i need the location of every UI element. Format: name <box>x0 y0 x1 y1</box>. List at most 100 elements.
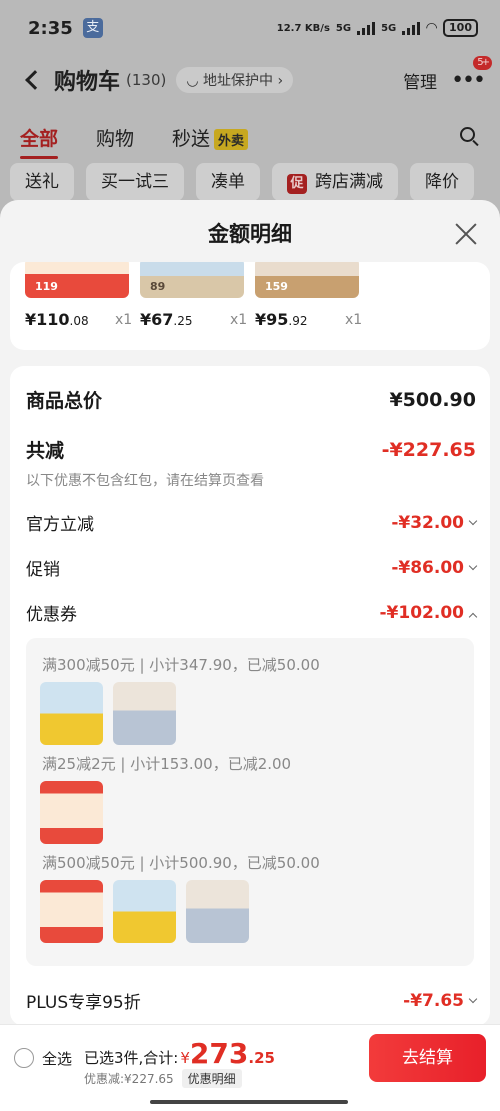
promo-icon: 促 <box>287 174 307 194</box>
signal-icon <box>357 21 376 35</box>
product-price-int: ¥110 <box>25 310 70 329</box>
chevron-down-icon <box>468 994 478 1003</box>
plus-discount-label: PLUS专享95折 <box>26 993 141 1013</box>
product-price-dec: .92 <box>288 314 308 328</box>
cart-count: (130) <box>126 71 167 89</box>
discount-text: 优惠减:¥227.65 <box>84 1072 174 1086</box>
chevron-down-icon <box>468 516 478 525</box>
product-price-dec: .25 <box>173 314 193 328</box>
address-protection-button[interactable]: ◡ 地址保护中 › <box>176 67 294 93</box>
coupon-label: 优惠券 <box>26 605 77 625</box>
status-indicators: 12.7 KB/s 5G 5G ◠ 100 <box>277 19 478 37</box>
reduce-note: 以下优惠不包含红包，请在结算页查看 <box>26 473 264 489</box>
shield-icon: ◡ <box>186 73 204 89</box>
official-discount-value: -¥32.00 <box>391 512 464 533</box>
promotion-value-wrap: -¥86.00 <box>391 557 478 578</box>
coupon-group-title: 满300减50元 | 小计347.90，已减50.00 <box>42 656 320 674</box>
product-price-int: ¥67 <box>140 310 174 329</box>
product-price: ¥110.08 <box>25 310 89 329</box>
chevron-up-icon <box>468 612 478 621</box>
net-type-2: 5G <box>381 22 397 34</box>
product-price: ¥67.25 <box>140 310 193 329</box>
address-protection-label: 地址保护中 <box>203 73 274 89</box>
tab-shopping[interactable]: 购物 <box>96 124 134 151</box>
tab-all[interactable]: 全部 <box>20 124 59 159</box>
checkout-bar: 全选 已选3件,合计: ¥ 273 .25 优惠减:¥227.65 优惠明细 去… <box>0 1024 500 1111</box>
coupon-row[interactable]: 优惠券 -¥102.00 <box>26 600 478 625</box>
coupon-group-title: 满500减50元 | 小计500.90，已减50.00 <box>42 854 320 872</box>
chip-cross-store-label: 跨店满减 <box>315 172 383 192</box>
chip-gift[interactable]: 送礼 <box>10 163 74 201</box>
alipay-icon: 支 <box>82 18 103 38</box>
product-thumbnail: 159 <box>255 262 359 298</box>
promotion-row[interactable]: 促销 -¥86.00 <box>26 555 478 580</box>
sheet-title: 金额明细 <box>208 222 292 246</box>
coupon-group-thumbs <box>40 880 249 943</box>
total-price-value: ¥500.90 <box>389 388 476 411</box>
product-thumbnail[interactable] <box>113 682 176 745</box>
official-discount-value-wrap: -¥32.00 <box>391 512 478 533</box>
total-reduce-row: 共减 -¥227.65 <box>26 436 476 463</box>
total-summary: 已选3件,合计: ¥ 273 .25 <box>84 1037 275 1070</box>
select-all-label[interactable]: 全选 <box>42 1048 72 1069</box>
net-type-1: 5G <box>335 22 352 34</box>
product-price-int: ¥95 <box>255 310 289 329</box>
close-icon[interactable] <box>454 222 478 246</box>
chip-price-drop[interactable]: 降价 <box>410 163 474 201</box>
chevron-down-icon <box>468 561 478 570</box>
product-thumb-price: 159 <box>265 280 288 293</box>
chip-buy-one-try-three[interactable]: 买一试三 <box>86 163 184 201</box>
product-item[interactable]: 159 ¥95.92 x1 <box>240 262 375 342</box>
product-thumbnail[interactable] <box>113 880 176 943</box>
product-qty: x1 <box>345 312 363 328</box>
selected-products-card: 119 ¥110.08 x1 89 ¥67.25 x1 159 ¥95.92 x… <box>10 262 490 350</box>
product-price: ¥95.92 <box>255 310 308 329</box>
checkout-button[interactable]: 去结算 <box>369 1034 486 1082</box>
nav-bar: 购物车 (130) ◡ 地址保护中 › 管理 ••• 5+ <box>20 55 492 102</box>
total-reduce-value: -¥227.65 <box>381 438 476 461</box>
total-decimal: .25 <box>248 1049 275 1067</box>
message-badge: 5+ <box>473 55 492 70</box>
product-thumbnail[interactable] <box>186 880 249 943</box>
plus-discount-value: -¥7.65 <box>403 990 464 1011</box>
product-thumbnail: 119 <box>25 262 129 298</box>
cart-tabs: 全部 购物 秒送 外卖 <box>20 118 480 159</box>
tab-instant-delivery[interactable]: 秒送 外卖 <box>172 124 249 151</box>
plus-discount-value-wrap: -¥7.65 <box>403 990 478 1011</box>
product-thumb-price: 119 <box>35 280 58 293</box>
takeout-tag: 外卖 <box>214 128 249 150</box>
search-icon[interactable] <box>460 127 480 147</box>
product-thumbnail[interactable] <box>40 781 103 844</box>
promotion-label: 促销 <box>26 560 60 580</box>
wifi-icon: ◠ <box>426 20 438 36</box>
product-thumbnail[interactable] <box>40 682 103 745</box>
discount-detail-button[interactable]: 优惠明细 <box>181 1069 242 1088</box>
product-thumb-price: 89 <box>150 280 166 293</box>
official-discount-label: 官方立减 <box>26 515 94 535</box>
chip-cross-store-discount[interactable]: 促跨店满减 <box>272 163 398 201</box>
select-all-checkbox[interactable] <box>14 1048 34 1068</box>
total-price-label: 商品总价 <box>26 390 103 412</box>
back-icon[interactable] <box>25 70 45 90</box>
status-bar: 2:35 支 12.7 KB/s 5G 5G ◠ 100 <box>28 14 478 42</box>
coupon-value-wrap: -¥102.00 <box>380 603 478 623</box>
plus-discount-row[interactable]: PLUS专享95折 -¥7.65 <box>26 988 478 1013</box>
chip-add-on[interactable]: 凑单 <box>196 163 260 201</box>
battery-icon: 100 <box>443 19 478 37</box>
net-speed: 12.7 KB/s <box>276 22 330 34</box>
total-integer: 273 <box>189 1037 249 1070</box>
home-indicator <box>150 1100 348 1104</box>
promotion-value: -¥86.00 <box>391 557 464 578</box>
discount-summary: 优惠减:¥227.65 优惠明细 <box>84 1069 242 1088</box>
more-dots-icon: ••• <box>451 67 486 93</box>
product-price-dec: .08 <box>69 314 89 328</box>
coupon-group-title: 满25减2元 | 小计153.00，已减2.00 <box>42 755 292 773</box>
total-price-row: 商品总价 ¥500.90 <box>26 386 476 413</box>
total-reduce-label: 共减 <box>26 440 65 462</box>
manage-button[interactable]: 管理 <box>403 68 437 93</box>
amount-detail-card: 商品总价 ¥500.90 共减 -¥227.65 以下优惠不包含红包，请在结算页… <box>10 366 490 1026</box>
product-thumbnail[interactable] <box>40 880 103 943</box>
product-thumbnail: 89 <box>140 262 244 298</box>
official-discount-row[interactable]: 官方立减 -¥32.00 <box>26 510 478 535</box>
more-button[interactable]: ••• 5+ <box>451 55 492 93</box>
